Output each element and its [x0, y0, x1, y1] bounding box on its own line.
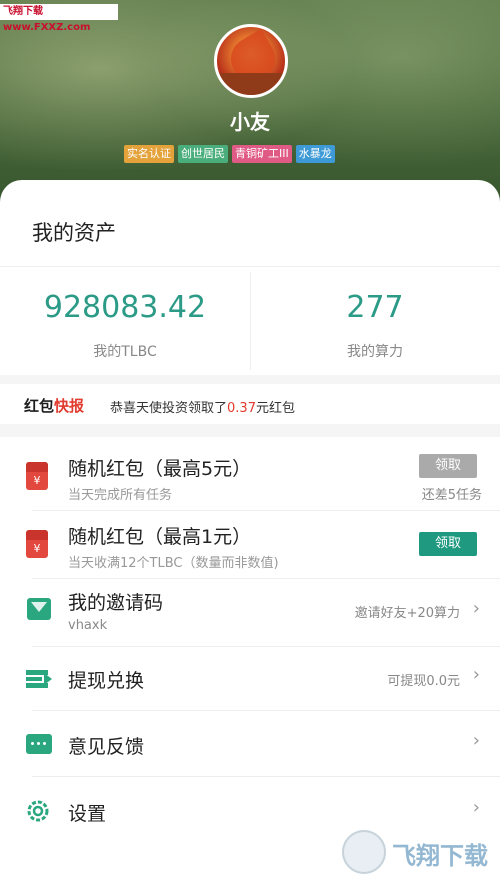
news-message: 恭喜天使投资领取了0.37元红包: [110, 397, 295, 416]
row-divider: [32, 776, 500, 777]
badge-row: 实名认证 创世居民 青铜矿工III 水暴龙: [124, 145, 335, 163]
watermark-logo: 飞翔下载: [342, 828, 492, 880]
assets-title: 我的资产: [32, 221, 116, 245]
invite-icon: [27, 598, 51, 620]
invite-title: 我的邀请码: [68, 592, 164, 614]
watermark-brand: 飞翔下载: [392, 842, 488, 870]
tlbc-stat[interactable]: 928083.42 我的TLBC: [0, 290, 250, 361]
redpacket-5-title: 随机红包（最高5元）: [68, 458, 252, 480]
power-label: 我的算力: [347, 344, 403, 360]
row-divider: [32, 578, 500, 579]
chevron-right-icon: ›: [472, 664, 480, 685]
feedback-title: 意见反馈: [68, 736, 145, 758]
withdraw-icon: [26, 670, 52, 688]
claim-1-button[interactable]: 领取: [419, 532, 477, 556]
watermark-text: 飞翔下载 www.FXXZ.com: [3, 6, 91, 33]
power-stat[interactable]: 277 我的算力: [250, 290, 500, 361]
invite-code: vhaxk: [68, 618, 108, 633]
chevron-right-icon: ›: [472, 797, 480, 818]
invite-reward: 邀请好友+20算力: [354, 606, 460, 621]
news-logo: 红包快报: [24, 395, 84, 416]
row-divider: [32, 510, 500, 511]
settings-title: 设置: [68, 803, 107, 825]
gear-icon: [25, 798, 51, 824]
badge-miner: 青铜矿工III: [232, 145, 292, 163]
news-amount: 0.37: [227, 401, 256, 416]
news-logo-a: 红包: [24, 397, 55, 415]
avatar-ground: [217, 73, 285, 95]
news-suffix: 元红包: [255, 401, 295, 416]
power-value: 277: [346, 290, 404, 325]
withdraw-available: 可提现0.0元: [387, 674, 460, 689]
chat-icon: [26, 734, 52, 754]
news-prefix: 恭喜天使投资领取了: [110, 401, 228, 416]
tlbc-label: 我的TLBC: [93, 344, 157, 360]
tasks-remaining: 还差5任务: [421, 488, 482, 503]
red-envelope-icon: ¥: [26, 462, 48, 490]
badge-genesis: 创世居民: [178, 145, 228, 163]
redpacket-1-subtitle: 当天收满12个TLBC（数量而非数值): [68, 556, 279, 571]
watermark-top: 飞翔下载 www.FXXZ.com: [0, 4, 118, 33]
claim-5-button[interactable]: 领取: [419, 454, 477, 478]
redpacket-5-subtitle: 当天完成所有任务: [68, 488, 173, 503]
redpacket-1-title: 随机红包（最高1元）: [68, 526, 252, 548]
withdraw-title: 提现兑换: [68, 670, 145, 692]
red-envelope-icon: ¥: [26, 530, 48, 558]
row-divider: [32, 646, 500, 647]
news-logo-b: 快报: [54, 397, 85, 415]
chevron-right-icon: ›: [472, 598, 480, 619]
badge-dragon: 水暴龙: [295, 145, 335, 163]
assets-divider: [0, 266, 500, 267]
chevron-right-icon: ›: [472, 730, 480, 751]
tlbc-value: 928083.42: [43, 290, 207, 325]
row-divider: [32, 710, 500, 711]
badge-verified: 实名认证: [124, 145, 174, 163]
avatar[interactable]: [214, 24, 288, 98]
username: 小友: [230, 110, 270, 134]
